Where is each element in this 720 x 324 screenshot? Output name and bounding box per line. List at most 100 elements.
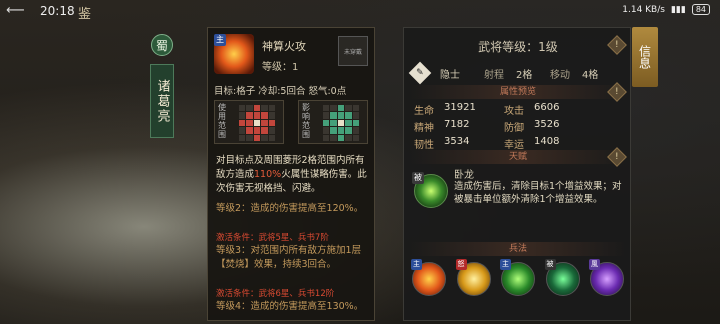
range-cell [352,134,359,141]
range-cell [246,127,253,134]
unit-stats-row: ✎ 隐士 射程 2格 移动 4格 [408,61,624,85]
gold-rune-icon[interactable]: 怒 [455,259,491,296]
hero-name-banner: 诸葛亮 [150,64,174,138]
ability-type-tag: 主 [500,259,511,270]
range-cell [352,127,359,134]
range-cell [323,105,330,112]
unit-type: 隐士 [440,69,460,81]
stat-value: 3534 [444,136,470,147]
faction-badge: 蜀 [151,34,173,56]
range-cell [253,127,261,134]
range-cell [352,119,359,127]
range-cell [268,119,275,127]
range-cell [239,119,246,127]
stat-value: 3526 [534,119,560,130]
ability-type-tag: 被 [544,259,556,270]
range-cell [352,105,359,112]
ability-type-tag: 風 [589,259,600,270]
stat-label: 防御 [504,123,524,134]
general-info-panel: 武将等级：1级 ! ✎ 隐士 射程 2格 移动 4格 属性预览 ! 生命 3192… [403,27,631,321]
range-cell [261,134,268,141]
fire-icon[interactable]: 主 [411,259,446,296]
ability-type-tag: 怒 [455,259,467,270]
talent-section-header: 天赋 [410,150,626,164]
range-cell [345,119,352,127]
range-cell [239,105,246,112]
battery-icon: 84 [691,4,710,15]
system-indicators: 1.14 KB/s ▮▮▮ 84 [622,4,710,15]
stat-label: 生命 [414,106,434,117]
stat-label: 精神 [414,123,434,134]
clock: 20:18 [40,4,75,18]
purple-vortex-icon[interactable]: 風 [589,259,624,296]
status-bar: ⟵ 20:18 鉴 1.14 KB/s ▮▮▮ 84 [0,0,720,22]
ability-list: 主怒主被風 [411,259,624,296]
ability-type-tag: 主 [411,259,422,270]
back-arrow-icon[interactable]: ⟵ [6,3,25,18]
stat-label: 韧性 [414,140,434,151]
range-cell [253,119,261,127]
level-2-requirement: 激活条件：武将5星、兵书7阶 [216,233,329,243]
range-cell [239,112,246,119]
affect-range-box: 影响范围 [298,100,368,144]
affect-range-grid [323,105,359,141]
level-2-effect: 等级2：造成的伤害提高至120%。 [216,203,364,214]
range-cell [323,112,330,119]
range-cell [337,112,345,119]
range-cell [345,105,352,112]
green-strike-icon[interactable]: 主 [500,259,535,296]
equip-slot[interactable]: 未穿戴 [338,36,368,66]
level-3-effect: 等级3：对范围内所有敌方施加1层【焚烧】效果，持续3回合。 [216,245,362,270]
range-cell [330,134,337,141]
range-cell [268,112,275,119]
range-cell [352,112,359,119]
range-cell [330,127,337,134]
move-label: 移动 [550,69,570,81]
skill-target-info: 目标:格子 冷却:5回合 怒气:0点 [214,86,347,97]
stat-label: 攻击 [504,106,524,117]
active-skill-tag: 主 [214,34,226,46]
range-cell [246,105,253,112]
passive-tag: 被 [412,172,424,184]
range-cell [345,127,352,134]
range-cell [239,134,246,141]
range-cell [323,119,330,127]
use-range-box: 使用范围 [214,100,284,144]
attr-section-header: 属性预览 [410,85,626,99]
range-cell [246,119,253,127]
screen-title: 鉴 [78,7,92,22]
skill-description: 对目标点及周围菱形2格范围内所有敌方造成110%火属性谋略伤害。此次伤害无视格挡… [216,155,367,194]
range-cell [268,127,275,134]
range-cell [268,105,275,112]
range-cell [253,112,261,119]
range-cell [337,134,345,141]
range-cell [323,134,330,141]
range-cell [246,134,253,141]
range-cell [345,112,352,119]
stat-label: 幸运 [504,140,524,151]
range-cell [253,105,261,112]
range-cell [246,112,253,119]
range-cell [330,119,337,127]
range-cell [261,105,268,112]
skill-detail-panel: 主 神算火攻 等级：1 未穿戴 目标:格子 冷却:5回合 怒气:0点 使用范围 … [207,27,375,321]
stat-value: 1408 [534,136,560,147]
range-cell [261,112,268,119]
tab-info[interactable]: 信息 [632,27,658,87]
use-range-grid [239,105,275,141]
range-cell [337,105,345,112]
range-cell [330,105,337,112]
stat-value: 31921 [444,102,476,113]
range-cell [239,127,246,134]
move-value: 4格 [582,69,599,81]
network-speed: 1.14 KB/s [622,4,665,15]
level-3-requirement: 激活条件：武将6星、兵书12阶 [216,289,335,299]
range-cell [323,127,330,134]
range-cell [253,134,261,141]
green-figure-icon[interactable]: 被 [544,259,580,296]
range-value: 2格 [516,69,533,81]
unit-type-icon: ✎ [408,61,432,85]
range-cell [261,119,268,127]
range-cell [337,127,345,134]
talent-name: 卧龙 [454,170,474,181]
